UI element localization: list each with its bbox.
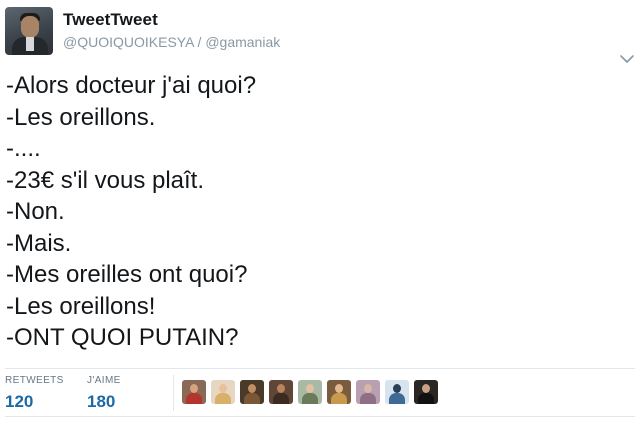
likes-count: 180 — [87, 392, 116, 411]
tweet-line: -Mes oreilles ont quoi? — [6, 261, 248, 288]
retweets-stat[interactable]: RETWEETS 120 — [5, 375, 64, 412]
tweet-line: -Mais. — [6, 229, 72, 257]
liker-avatar[interactable] — [182, 380, 206, 404]
likes-label: J'AIME — [87, 375, 121, 386]
stats-divider-bottom — [5, 416, 635, 417]
liker-avatar[interactable] — [414, 380, 438, 404]
tweet-line: -Alors docteur j'ai quoi? — [6, 72, 257, 99]
liker-avatar[interactable] — [385, 380, 409, 404]
tweet-header: TweetTweet @QUOIQUOIKESYA / @gamaniak — [5, 7, 635, 63]
liker-avatar[interactable] — [240, 380, 264, 404]
liker-avatar[interactable] — [356, 380, 380, 404]
tweet-line: -23€ s'il vous plaît. — [6, 166, 205, 194]
retweets-count: 120 — [5, 392, 34, 411]
liker-avatar[interactable] — [211, 380, 235, 404]
tweet-text: -Alors docteur j'ai quoi? -Les oreillons… — [6, 70, 626, 354]
tweet-line: -.... — [6, 135, 41, 162]
avatar-face — [21, 16, 39, 38]
liker-avatar[interactable] — [269, 380, 293, 404]
liker-avatar[interactable] — [327, 380, 351, 404]
author-avatar[interactable] — [5, 7, 53, 55]
tweet-line: -ONT QUOI PUTAIN? — [6, 324, 239, 351]
tweet-line: -Non. — [6, 198, 65, 225]
likes-stat[interactable]: J'AIME 180 — [87, 375, 121, 412]
stats-separator — [173, 375, 174, 411]
liker-avatar[interactable] — [298, 380, 322, 404]
tweet-stats: RETWEETS 120 J'AIME 180 — [5, 369, 635, 415]
retweets-label: RETWEETS — [5, 375, 64, 386]
avatar-collar — [26, 37, 34, 51]
author-handle[interactable]: @QUOIQUOIKESYA / @gamaniak — [63, 34, 280, 50]
tweet-line: -Les oreillons. — [6, 103, 156, 131]
tweet-line: -Les oreillons! — [6, 292, 156, 320]
chevron-down-icon[interactable] — [619, 52, 635, 64]
author-display-name[interactable]: TweetTweet — [63, 10, 158, 30]
